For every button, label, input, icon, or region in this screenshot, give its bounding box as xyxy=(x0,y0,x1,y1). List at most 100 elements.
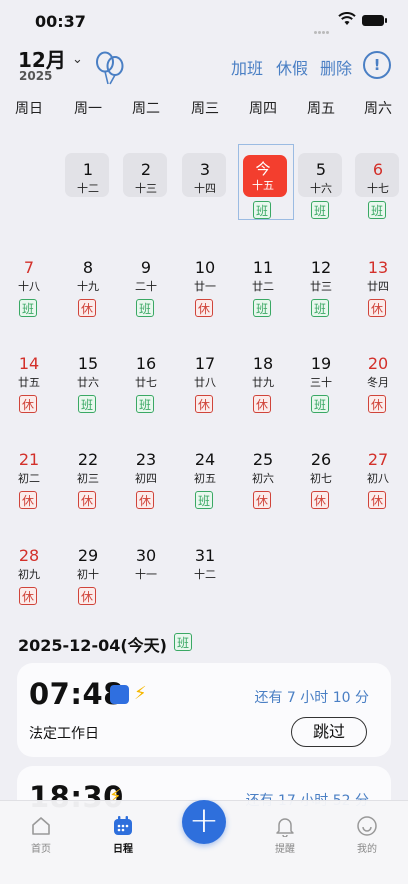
lunar-date: 初十 xyxy=(77,568,99,581)
calendar-day[interactable]: 31 十二 xyxy=(180,538,230,628)
lunar-date: 三十 xyxy=(310,376,332,389)
day-number: 6 xyxy=(372,160,384,179)
calendar-day[interactable]: 23 初四休 xyxy=(121,442,171,532)
bell-icon xyxy=(276,818,294,837)
lunar-date: 二十 xyxy=(135,280,157,293)
calendar-day[interactable]: 30 十一 xyxy=(121,538,171,628)
calendar-day[interactable]: 13 廿四休 xyxy=(353,250,403,340)
weekday-label: 周三 xyxy=(191,101,219,117)
rest-day-badge: 休 xyxy=(19,491,37,509)
calendar-day[interactable]: 27 初八休 xyxy=(353,442,403,532)
calendar-day[interactable]: 24 初五班 xyxy=(180,442,230,532)
calendar-day[interactable]: 11 廿二班 xyxy=(238,250,288,340)
tab-label: 日程 xyxy=(113,844,133,855)
lunar-date: 初六 xyxy=(252,472,274,485)
tab-home[interactable]: 首页 xyxy=(11,801,71,855)
calendar-day[interactable]: 9 二十班 xyxy=(121,250,171,340)
calendar-day[interactable]: 3 十四 xyxy=(180,152,230,242)
add-overtime-button[interactable]: 加班 xyxy=(231,55,263,79)
work-day-badge: 班 xyxy=(136,395,154,413)
status-bar: 00:37 xyxy=(0,0,408,42)
tab-mine[interactable]: 我的 xyxy=(337,801,397,855)
day-number: 8 xyxy=(82,258,94,277)
calendar-icon xyxy=(114,816,132,835)
lunar-date: 冬月 xyxy=(367,376,389,389)
lunar-date: 初七 xyxy=(310,472,332,485)
alarm-card[interactable]: 07:48 ⚡ 还有 7 小时 10 分 法定工作日 跳过 xyxy=(17,663,391,757)
day-number: 22 xyxy=(77,450,99,469)
rest-day-badge: 休 xyxy=(311,491,329,509)
tab-schedule[interactable]: 日程 xyxy=(93,801,153,855)
lunar-date: 十一 xyxy=(135,568,157,581)
balloon-icon[interactable] xyxy=(94,50,126,86)
calendar-day[interactable]: 21 初二休 xyxy=(4,442,54,532)
calendar-day[interactable]: 18 廿九休 xyxy=(238,346,288,436)
home-icon xyxy=(32,817,50,835)
lunar-date: 廿九 xyxy=(252,376,274,389)
work-day-badge: 班 xyxy=(368,201,386,219)
calendar-day[interactable]: 6 十七班 xyxy=(353,152,403,242)
lunar-date: 初九 xyxy=(18,568,40,581)
skip-button[interactable]: 跳过 xyxy=(291,717,367,747)
work-day-badge: 班 xyxy=(136,299,154,317)
tab-label: 我的 xyxy=(357,844,377,855)
rest-day-badge: 休 xyxy=(195,299,213,317)
work-day-badge: 班 xyxy=(195,491,213,509)
lunar-date: 廿六 xyxy=(77,376,99,389)
calendar-day[interactable]: 10 廿一休 xyxy=(180,250,230,340)
vacation-button[interactable]: 休假 xyxy=(276,55,308,79)
add-button[interactable]: + xyxy=(182,800,226,844)
delete-button[interactable]: 删除 xyxy=(320,55,352,79)
lunar-date: 初三 xyxy=(77,472,99,485)
calendar-day[interactable]: 20 冬月休 xyxy=(353,346,403,436)
rest-day-badge: 休 xyxy=(78,491,96,509)
calendar-day[interactable]: 26 初七休 xyxy=(296,442,346,532)
lunar-date: 廿七 xyxy=(135,376,157,389)
day-number: 10 xyxy=(194,258,216,277)
info-icon[interactable]: ! xyxy=(363,51,391,79)
calendar-day-today[interactable]: 今十五班 xyxy=(238,144,294,242)
day-number: 1 xyxy=(82,160,94,179)
lunar-date: 十四 xyxy=(194,182,216,195)
calendar-day[interactable]: 2 十三 xyxy=(121,152,171,242)
bolt-icon: ⚡ xyxy=(134,683,147,704)
rest-day-badge: 休 xyxy=(78,299,96,317)
calendar-day[interactable]: 8 十九休 xyxy=(63,250,113,340)
wifi-icon xyxy=(338,12,356,25)
day-number: 24 xyxy=(194,450,216,469)
rest-day-badge: 休 xyxy=(253,491,271,509)
day-number: 31 xyxy=(194,546,216,565)
day-number: 13 xyxy=(367,258,389,277)
calendar-day[interactable]: 29 初十休 xyxy=(63,538,113,628)
lunar-date: 初四 xyxy=(135,472,157,485)
calendar-day[interactable]: 17 廿八休 xyxy=(180,346,230,436)
chevron-down-icon[interactable]: ⌄ xyxy=(72,52,83,67)
lunar-date: 初八 xyxy=(367,472,389,485)
calendar-day[interactable]: 7 十八班 xyxy=(4,250,54,340)
calendar-day[interactable]: 12 廿三班 xyxy=(296,250,346,340)
lunar-date: 十二 xyxy=(77,182,99,195)
tab-label: 首页 xyxy=(31,844,51,855)
calendar-day[interactable]: 5 十六班 xyxy=(296,152,346,242)
day-number: 今 xyxy=(255,160,271,178)
work-day-badge: 班 xyxy=(253,299,271,317)
tab-remind[interactable]: 提醒 xyxy=(255,801,315,855)
calendar-day[interactable]: 28 初九休 xyxy=(4,538,54,628)
rest-day-badge: 休 xyxy=(195,395,213,413)
calendar-day[interactable]: 15 廿六班 xyxy=(63,346,113,436)
calendar-day[interactable]: 22 初三休 xyxy=(63,442,113,532)
rest-day-badge: 休 xyxy=(78,587,96,605)
rest-day-badge: 休 xyxy=(19,395,37,413)
calendar-day[interactable]: 16 廿七班 xyxy=(121,346,171,436)
day-number: 19 xyxy=(310,354,332,373)
day-number: 28 xyxy=(18,546,40,565)
battery-icon xyxy=(362,15,387,26)
weekday-label: 周五 xyxy=(307,101,335,117)
calendar-day[interactable]: 1 十二 xyxy=(63,152,113,242)
lunar-date: 初五 xyxy=(194,472,216,485)
calendar-day[interactable]: 25 初六休 xyxy=(238,442,288,532)
remaining-time: 还有 7 小时 10 分 xyxy=(254,690,369,706)
calendar-day[interactable]: 14 廿五休 xyxy=(4,346,54,436)
weekday-label: 周二 xyxy=(132,101,160,117)
calendar-day[interactable]: 19 三十班 xyxy=(296,346,346,436)
